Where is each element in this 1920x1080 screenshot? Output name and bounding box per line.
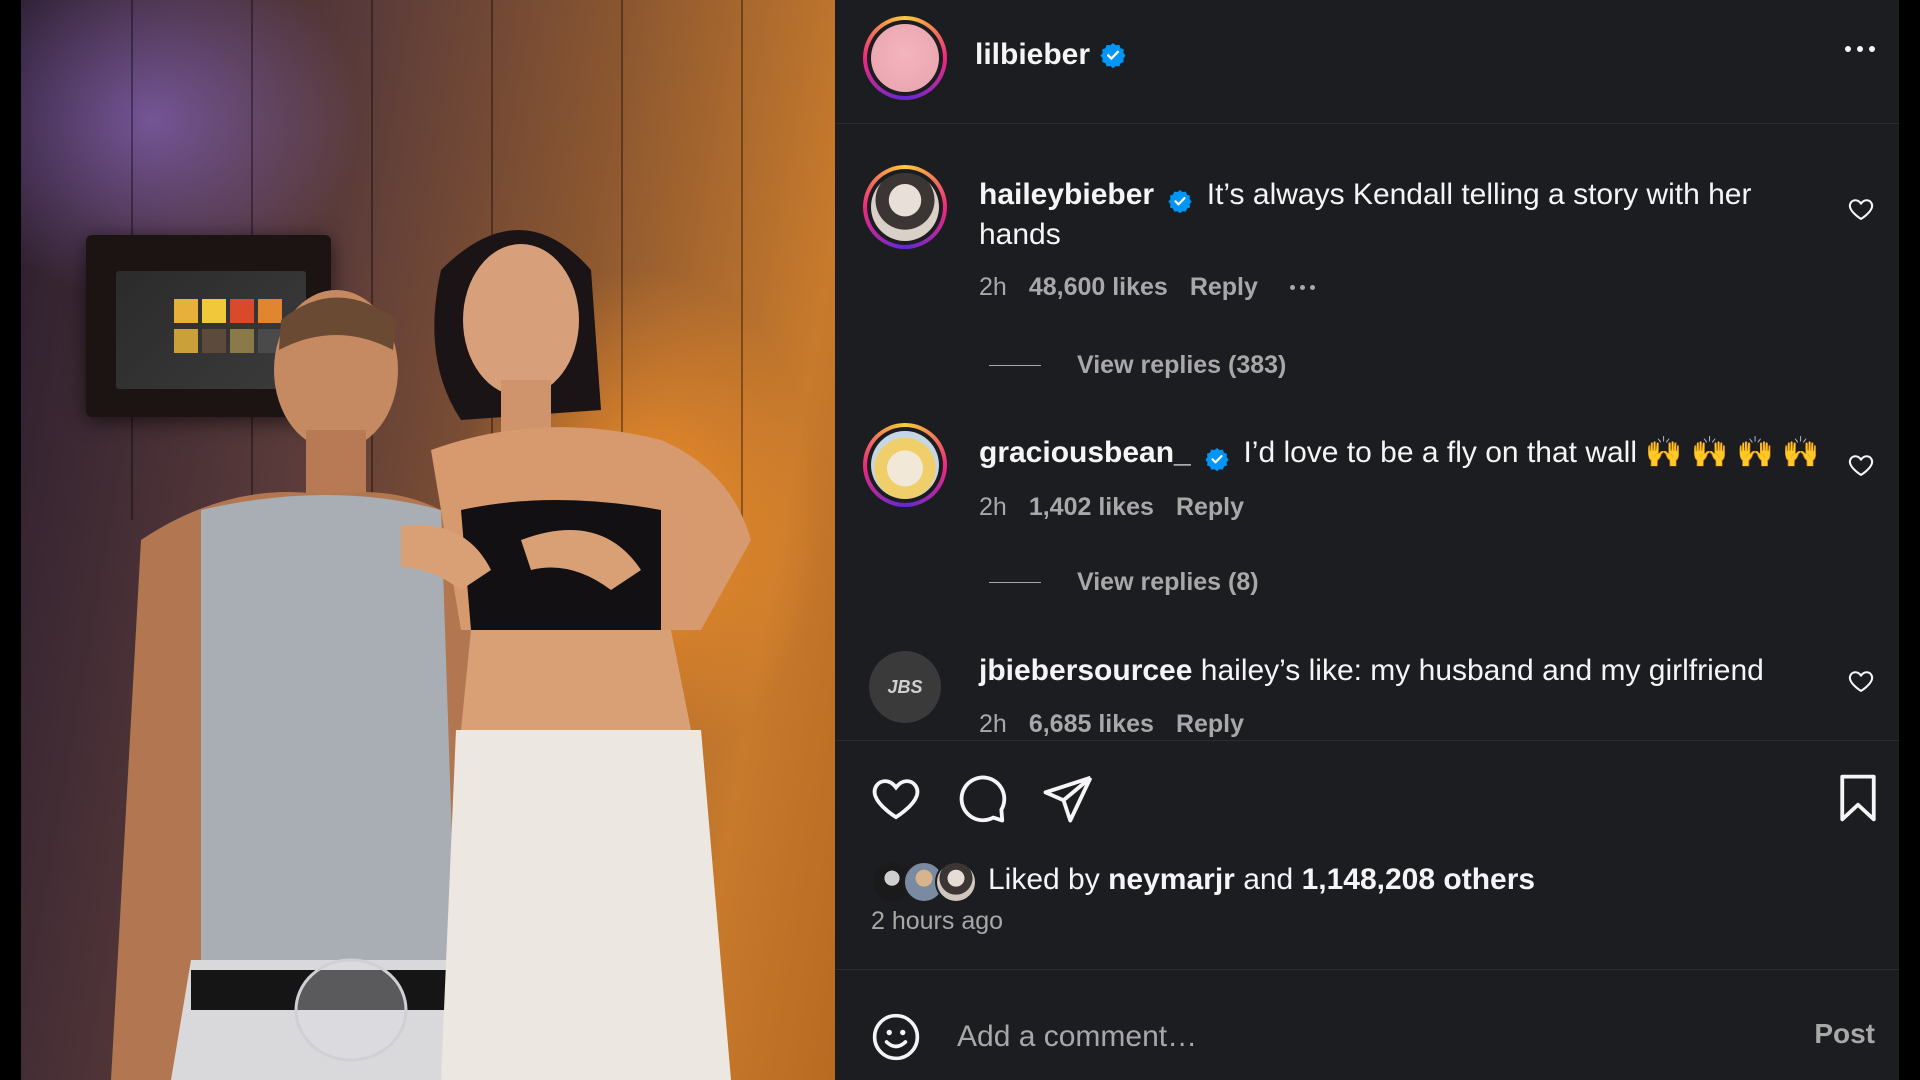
comment-avatar[interactable]	[863, 423, 947, 507]
avatar	[935, 861, 977, 903]
comment-likes[interactable]: 6,685 likes	[1029, 710, 1154, 739]
comment-composer: Post	[835, 969, 1899, 1080]
comment-item: graciousbean_ I’d love to be a fly on th…	[835, 423, 1899, 623]
comment-bubble-icon[interactable]	[955, 771, 1009, 825]
comment-text: hailey’s like: my husband and my girlfri…	[1200, 654, 1764, 687]
comment-item: haileybieber It’s always Kendall telling…	[835, 165, 1899, 405]
comment-body: graciousbean_ I’d love to be a fly on th…	[979, 433, 1839, 473]
heart-icon[interactable]	[1847, 667, 1875, 695]
comment-time: 2h	[979, 273, 1007, 301]
author-avatar[interactable]	[863, 16, 947, 100]
like-heart-icon[interactable]	[869, 771, 923, 825]
person-right	[401, 230, 751, 1080]
verified-badge-icon	[1168, 184, 1193, 214]
comment-body: jbiebersourcee hailey’s like: my husband…	[979, 651, 1839, 691]
view-replies-label: View replies (8)	[1077, 568, 1259, 596]
comment-likes[interactable]: 48,600 likes	[1029, 273, 1168, 302]
comment-username[interactable]: graciousbean_	[979, 436, 1191, 469]
right-gutter	[1899, 0, 1920, 1080]
emoji-icon[interactable]	[869, 1010, 923, 1064]
heart-icon[interactable]	[1847, 195, 1875, 223]
comment-meta: 2h 48,600 likes Reply	[979, 273, 1315, 302]
more-options-button[interactable]	[1845, 46, 1875, 52]
comment-input[interactable]	[957, 1012, 1777, 1062]
comment-time: 2h	[979, 493, 1007, 521]
liked-by-summary: Liked by neymarjr and 1,148,208 others	[988, 863, 1536, 896]
share-send-icon[interactable]	[1041, 771, 1095, 825]
comment-avatar[interactable]	[863, 165, 947, 249]
view-replies-button[interactable]: View replies (8)	[989, 568, 1259, 597]
comment-username[interactable]: jbiebersourcee	[979, 654, 1192, 687]
reply-button[interactable]: Reply	[1176, 493, 1244, 522]
comment-options-button[interactable]	[1289, 285, 1315, 290]
comment-meta: 2h 6,685 likes Reply	[979, 710, 1244, 739]
comment-username[interactable]: haileybieber	[979, 178, 1154, 211]
post-details-panel: lilbieber haileybieber It’s always Kenda…	[835, 0, 1899, 1080]
view-replies-label: View replies (383)	[1077, 351, 1287, 379]
comment-text: I’d love to be a fly on that wall 🙌 🙌 🙌 …	[1243, 436, 1820, 469]
comment-avatar[interactable]: JBS	[869, 651, 941, 723]
comment-meta: 2h 1,402 likes Reply	[979, 493, 1244, 522]
heart-icon[interactable]	[1847, 451, 1875, 479]
bookmark-save-icon[interactable]	[1831, 771, 1885, 825]
more-horizontal-icon	[1845, 46, 1851, 52]
likes-count[interactable]: 1,148,208 others	[1302, 863, 1535, 896]
reply-button[interactable]: Reply	[1190, 273, 1258, 302]
post-photo[interactable]	[21, 0, 835, 1080]
comment-likes[interactable]: 1,402 likes	[1029, 493, 1154, 522]
post-header: lilbieber	[835, 0, 1899, 124]
reply-button[interactable]: Reply	[1176, 710, 1244, 739]
author-username[interactable]: lilbieber	[975, 38, 1090, 72]
post-timestamp[interactable]: 2 hours ago	[871, 907, 1003, 936]
liker-avatars[interactable]	[871, 861, 977, 903]
comment-item: JBS jbiebersourcee hailey’s like: my hus…	[835, 645, 1899, 740]
liked-by-user[interactable]: neymarjr	[1108, 863, 1235, 896]
comment-time: 2h	[979, 710, 1007, 738]
post-actions: Liked by neymarjr and 1,148,208 others 2…	[835, 740, 1899, 1080]
verified-badge-icon	[1205, 442, 1229, 472]
comment-body: haileybieber It’s always Kendall telling…	[979, 175, 1769, 255]
verified-badge-icon	[1100, 42, 1126, 69]
view-replies-button[interactable]: View replies (383)	[989, 351, 1286, 380]
post-comment-button[interactable]: Post	[1814, 1018, 1875, 1050]
